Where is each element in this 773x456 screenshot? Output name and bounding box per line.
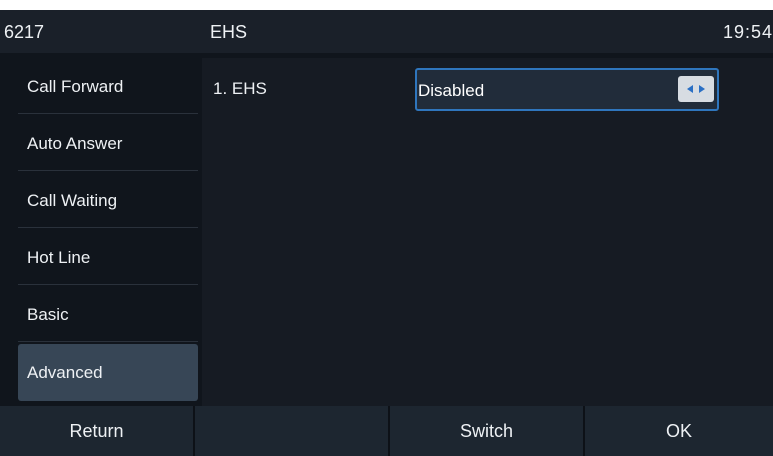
sidebar-item-label: Auto Answer (27, 134, 123, 153)
softkey-label: Switch (459, 420, 513, 441)
softkey-return[interactable]: Return (0, 406, 193, 456)
softkey-label: Return (69, 420, 124, 441)
ehs-select-value: Disabled (418, 81, 485, 100)
sidebar-item-label: Advanced (27, 363, 103, 382)
sidebar-item-label: Call Forward (27, 77, 124, 96)
sidebar-item-label: Hot Line (27, 248, 91, 267)
sidebar-item-label: Call Waiting (27, 191, 118, 210)
phone-display: 6217 EHS 19:54 Call Forward Auto Answer … (0, 10, 773, 456)
ehs-setting-label: 1. EHS (213, 79, 267, 98)
screen: 6217 EHS 19:54 Call Forward Auto Answer … (0, 0, 773, 456)
softkey-switch[interactable]: Switch (390, 406, 583, 456)
left-right-arrows-icon[interactable] (678, 76, 714, 102)
clock: 19:54 (722, 22, 773, 42)
sidebar-item-advanced[interactable]: Advanced (18, 344, 198, 401)
sidebar-item-call-waiting[interactable]: Call Waiting (18, 172, 198, 228)
softkey-empty[interactable] (195, 406, 388, 456)
settings-panel: 1. EHS Disabled (202, 58, 773, 406)
sidebar-item-call-forward[interactable]: Call Forward (18, 58, 198, 114)
softkey-ok[interactable]: OK (585, 406, 773, 456)
arrows-glyph (687, 85, 705, 93)
status-bar: 6217 EHS 19:54 (0, 10, 773, 53)
sidebar-menu: Call Forward Auto Answer Call Waiting Ho… (18, 58, 198, 406)
ehs-select[interactable]: Disabled (415, 68, 719, 111)
sidebar-item-basic[interactable]: Basic (18, 286, 198, 342)
sidebar-item-label: Basic (27, 305, 69, 324)
page-title: EHS (210, 22, 248, 42)
account-label: 6217 (4, 22, 45, 42)
sidebar-item-hot-line[interactable]: Hot Line (18, 229, 198, 285)
softkey-label: OK (665, 420, 692, 441)
softkey-bar: Return Switch OK (0, 406, 773, 456)
sidebar-item-auto-answer[interactable]: Auto Answer (18, 115, 198, 171)
